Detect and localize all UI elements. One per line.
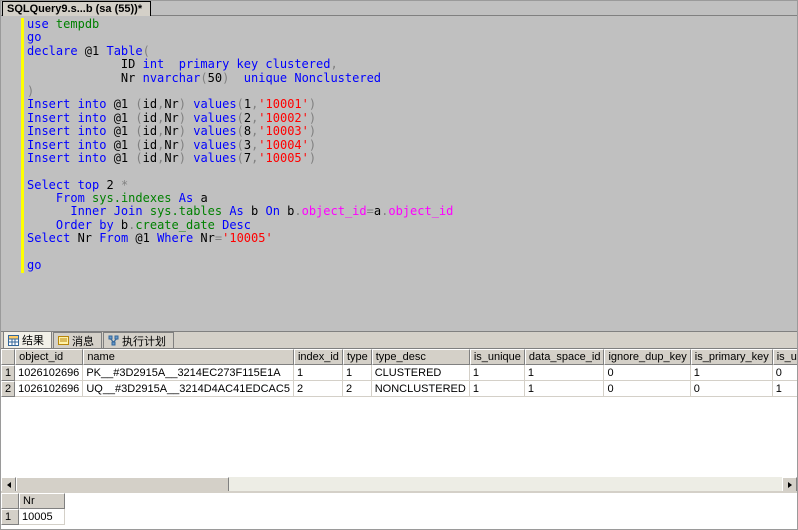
grid-cell[interactable]: 2 (294, 381, 343, 397)
tab-label: 消息 (72, 333, 94, 349)
code-editor-text: use tempdbgodeclare @1 Table( ID int pri… (27, 18, 453, 272)
code-line: go (27, 259, 453, 272)
left-arrow-icon (4, 482, 11, 488)
grid-cell[interactable]: NONCLUSTERED (372, 381, 470, 397)
grid-corner-cell[interactable] (1, 493, 19, 509)
code-line: declare @1 Table( (27, 45, 453, 58)
column-header[interactable]: object_id (15, 349, 83, 365)
code-line: Order by b.create_date Desc (27, 219, 453, 232)
results-tab-bar: 结果 消息 执行计划 (1, 331, 797, 348)
table-row: 21026102696UQ__#3D2915A__3214D4AC41EDCAC… (1, 381, 797, 397)
grid-cell[interactable]: 1 (691, 365, 773, 381)
execution-plan-icon (108, 335, 119, 346)
grid-cell[interactable]: 0 (604, 365, 690, 381)
code-line: Select Nr From @1 Where Nr='10005' (27, 232, 453, 245)
tab-messages[interactable]: 消息 (53, 332, 102, 348)
header-row: object_idnameindex_idtypetype_descis_uni… (1, 349, 797, 365)
horizontal-scrollbar[interactable] (1, 476, 797, 491)
results-grid: object_idnameindex_idtypetype_descis_uni… (1, 349, 797, 397)
grid-corner-cell[interactable] (1, 349, 15, 365)
query-editor[interactable]: use tempdbgodeclare @1 Table( ID int pri… (1, 16, 797, 331)
tab-execution-plan[interactable]: 执行计划 (103, 332, 174, 348)
second-results-grid: Nr110005 (1, 493, 65, 525)
row-header[interactable]: 1 (1, 509, 19, 525)
table-row: 110005 (1, 509, 65, 525)
code-line: From sys.indexes As a (27, 192, 453, 205)
grid-cell[interactable]: CLUSTERED (372, 365, 470, 381)
code-line: go (27, 31, 453, 44)
grid-cell[interactable]: 1026102696 (15, 381, 83, 397)
column-header[interactable]: ignore_dup_key (604, 349, 690, 365)
column-header[interactable]: type (343, 349, 372, 365)
grid-cell[interactable]: 2 (343, 381, 372, 397)
code-line: Insert into @1 (id,Nr) values(7,'10005') (27, 152, 453, 165)
code-line: Nr nvarchar(50) unique Nonclustered (27, 72, 453, 85)
grid-cell[interactable]: 1 (773, 381, 797, 397)
document-tab[interactable]: SQLQuery9.s...b (sa (55))* (2, 1, 151, 16)
results-grid-icon (8, 335, 19, 346)
row-header[interactable]: 2 (1, 381, 15, 397)
column-header[interactable]: is_unique (470, 349, 525, 365)
code-line: Inner Join sys.tables As b On b.object_i… (27, 205, 453, 218)
tab-label: 结果 (22, 332, 44, 348)
grid-cell[interactable]: 1026102696 (15, 365, 83, 381)
row-header[interactable]: 1 (1, 365, 15, 381)
column-header[interactable]: type_desc (372, 349, 470, 365)
code-line: Insert into @1 (id,Nr) values(8,'10003') (27, 125, 453, 138)
scroll-left-button[interactable] (1, 477, 16, 492)
code-line: Insert into @1 (id,Nr) values(1,'10001') (27, 98, 453, 111)
grid-cell[interactable]: 1 (343, 365, 372, 381)
results-grid-viewport: object_idnameindex_idtypetype_descis_uni… (1, 348, 797, 476)
code-line: ) (27, 85, 453, 98)
grid-cell[interactable]: 0 (604, 381, 690, 397)
results-pane: 结果 消息 执行计划 object_idnameindex_idtypetype_d… (1, 331, 797, 530)
column-header[interactable]: index_id (294, 349, 343, 365)
tab-results[interactable]: 结果 (3, 331, 52, 348)
code-line: Insert into @1 (id,Nr) values(3,'10004') (27, 139, 453, 152)
grid-cell[interactable]: 10005 (19, 509, 65, 525)
grid-cell[interactable]: PK__#3D2915A__3214EC273F115E1A (83, 365, 294, 381)
code-line: ID int primary key clustered, (27, 58, 453, 71)
scroll-right-button[interactable] (782, 477, 797, 492)
header-row: Nr (1, 493, 65, 509)
column-header[interactable]: is_unique_constraint (773, 349, 797, 365)
grid-cell[interactable]: 0 (773, 365, 797, 381)
grid-cell[interactable]: 1 (525, 381, 605, 397)
document-tab-strip: SQLQuery9.s...b (sa (55))* (1, 1, 797, 16)
grid-cell[interactable]: 1 (525, 365, 605, 381)
grid-cell[interactable]: UQ__#3D2915A__3214D4AC41EDCAC5 (83, 381, 294, 397)
second-results-viewport: Nr110005 (1, 491, 797, 530)
grid-cell[interactable]: 1 (470, 365, 525, 381)
code-line (27, 165, 453, 178)
tab-label: 执行计划 (122, 333, 166, 349)
grid-cell[interactable]: 0 (691, 381, 773, 397)
scrollbar-thumb[interactable] (16, 477, 229, 492)
code-line: use tempdb (27, 18, 453, 31)
right-arrow-icon (788, 482, 795, 488)
code-line: Select top 2 * (27, 179, 453, 192)
change-tracking-bar (21, 18, 24, 273)
ssms-window: SQLQuery9.s...b (sa (55))* use tempdbgod… (0, 0, 798, 530)
column-header[interactable]: Nr (19, 493, 65, 509)
code-line (27, 246, 453, 259)
table-row: 11026102696PK__#3D2915A__3214EC273F115E1… (1, 365, 797, 381)
messages-icon (58, 335, 69, 346)
code-line: Insert into @1 (id,Nr) values(2,'10002') (27, 112, 453, 125)
grid-cell[interactable]: 1 (294, 365, 343, 381)
grid-cell[interactable]: 1 (470, 381, 525, 397)
column-header[interactable]: data_space_id (525, 349, 605, 365)
column-header[interactable]: is_primary_key (691, 349, 773, 365)
column-header[interactable]: name (83, 349, 294, 365)
